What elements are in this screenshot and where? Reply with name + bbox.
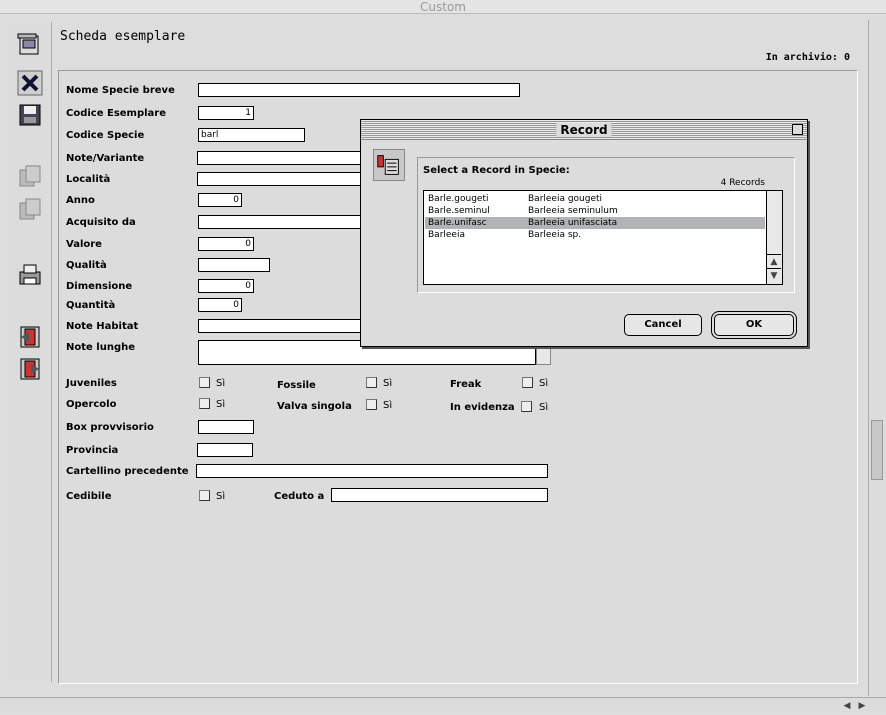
- ceduto-a-label: Ceduto a: [274, 491, 325, 502]
- note-variante-label: Note/Variante: [66, 153, 145, 164]
- qualita-field[interactable]: [198, 258, 270, 272]
- valore-field[interactable]: 0: [198, 237, 254, 251]
- dialog-title: Record: [556, 123, 612, 137]
- form-icon[interactable]: [17, 32, 43, 58]
- toolbar: [8, 22, 52, 682]
- archive-count: In archivio: 0: [765, 52, 850, 63]
- fossile-option: Sì: [383, 378, 393, 389]
- list-item-code: Barle.unifasc: [428, 218, 487, 228]
- acquisito-da-field[interactable]: [198, 215, 362, 229]
- list-item[interactable]: Barle.gougeti Barleeia gougeti: [425, 193, 765, 205]
- provincia-label: Provincia: [66, 445, 119, 456]
- opercolo-label: Opercolo: [66, 399, 117, 410]
- list-item-name: Barleeia unifasciata: [528, 218, 618, 228]
- codice-specie-field[interactable]: barl: [198, 128, 305, 142]
- list-item-code: Barle.gougeti: [428, 194, 489, 204]
- cedibile-label: Cedibile: [66, 491, 112, 502]
- ceduto-a-field[interactable]: [331, 488, 548, 502]
- provincia-field[interactable]: [197, 443, 253, 457]
- list-item-name: Barleeia sp.: [528, 230, 582, 240]
- valva-singola-option: Sì: [383, 400, 393, 411]
- box-provvisorio-label: Box provvisorio: [66, 422, 154, 433]
- note-habitat-label: Note Habitat: [66, 321, 139, 332]
- opercolo-option: Sì: [216, 399, 226, 410]
- form-header: Scheda esemplare In archivio: 0: [52, 22, 862, 68]
- quantita-field[interactable]: 0: [198, 298, 242, 312]
- note-habitat-field[interactable]: [198, 319, 362, 333]
- localita-label: Località: [66, 174, 111, 185]
- records-listbox[interactable]: Barle.gougeti Barleeia gougeti Barle.sem…: [423, 190, 783, 285]
- note-lunghe-label: Note lunghe: [66, 342, 136, 353]
- duplicate-icon[interactable]: [17, 197, 43, 223]
- in-evidenza-option: Sì: [539, 402, 549, 413]
- freak-option: Sì: [539, 378, 549, 389]
- in-evidenza-checkbox[interactable]: [521, 401, 532, 412]
- list-item-code: Barleeia: [428, 230, 465, 240]
- juveniles-label: Juveniles: [66, 378, 117, 389]
- dialog-titlebar[interactable]: Record: [361, 120, 807, 140]
- cedibile-checkbox[interactable]: [199, 490, 210, 501]
- dialog-prompt: Select a Record in Specie:: [423, 165, 570, 176]
- anno-label: Anno: [66, 195, 95, 206]
- opercolo-checkbox[interactable]: [199, 398, 210, 409]
- cartellino-precedente-field[interactable]: [196, 464, 548, 478]
- dimensione-label: Dimensione: [66, 281, 133, 292]
- cancel-button[interactable]: Cancel: [624, 314, 702, 336]
- qualita-label: Qualità: [66, 260, 107, 271]
- scroll-up-icon[interactable]: ▲: [767, 254, 781, 268]
- vertical-scrollbar[interactable]: [868, 20, 884, 696]
- zoom-box-icon[interactable]: [792, 124, 803, 135]
- cedibile-option: Sì: [216, 491, 226, 502]
- list-item[interactable]: Barle.seminul Barleeia seminulum: [425, 205, 765, 217]
- nome-specie-breve-field[interactable]: [198, 83, 520, 97]
- acquisito-da-label: Acquisito da: [66, 217, 136, 228]
- next-record-icon[interactable]: [17, 356, 43, 382]
- valva-singola-label: Valva singola: [277, 401, 352, 412]
- record-count: 4 Records: [720, 178, 765, 188]
- fossile-checkbox[interactable]: [366, 377, 377, 388]
- dimensione-field[interactable]: 0: [198, 279, 254, 293]
- form-title: Scheda esemplare: [60, 29, 186, 44]
- record-dialog: Record Select a Record in Specie: 4 Reco…: [360, 119, 808, 347]
- fossile-label: Fossile: [277, 380, 316, 391]
- valore-label: Valore: [66, 239, 102, 250]
- juveniles-checkbox[interactable]: [199, 377, 210, 388]
- list-item-name: Barleeia gougeti: [528, 194, 603, 204]
- list-item-code: Barle.seminul: [428, 206, 490, 216]
- cartellino-precedente-label: Cartellino precedente: [66, 466, 189, 477]
- records-list-icon: [373, 149, 405, 181]
- codice-esemplare-field[interactable]: 1: [198, 106, 254, 120]
- save-icon[interactable]: [17, 102, 43, 128]
- quantita-label: Quantità: [66, 300, 116, 311]
- codice-specie-label: Codice Specie: [66, 130, 145, 141]
- list-item[interactable]: Barleeia Barleeia sp.: [425, 229, 765, 241]
- freak-checkbox[interactable]: [522, 377, 533, 388]
- list-item-selected[interactable]: Barle.unifasc Barleeia unifasciata: [425, 217, 765, 229]
- list-scrollbar[interactable]: ▲ ▼: [766, 191, 782, 284]
- window-title: Custom: [0, 0, 886, 14]
- freak-label: Freak: [450, 379, 482, 390]
- note-variante-field[interactable]: [197, 151, 362, 165]
- vertical-scroll-thumb[interactable]: [871, 420, 883, 480]
- copy-icon[interactable]: [17, 164, 43, 190]
- list-item-name: Barleeia seminulum: [528, 206, 618, 216]
- localita-field[interactable]: [197, 172, 362, 186]
- codice-esemplare-label: Codice Esemplare: [66, 108, 167, 119]
- previous-record-icon[interactable]: [17, 324, 43, 350]
- delete-icon[interactable]: [17, 70, 43, 96]
- box-provvisorio-field[interactable]: [198, 420, 254, 434]
- nome-specie-breve-label: Nome Specie breve: [66, 85, 175, 96]
- in-evidenza-label: In evidenza: [450, 402, 515, 413]
- print-icon[interactable]: [17, 262, 43, 288]
- valva-singola-checkbox[interactable]: [366, 399, 377, 410]
- scroll-left-icon[interactable]: ◀: [840, 699, 854, 713]
- juveniles-option: Sì: [216, 378, 226, 389]
- scroll-right-icon[interactable]: ▶: [855, 699, 869, 713]
- ok-button[interactable]: OK: [714, 314, 794, 336]
- horizontal-scrollbar[interactable]: ◀ ▶: [0, 697, 886, 713]
- scroll-down-icon[interactable]: ▼: [767, 268, 781, 282]
- anno-field[interactable]: 0: [198, 193, 242, 207]
